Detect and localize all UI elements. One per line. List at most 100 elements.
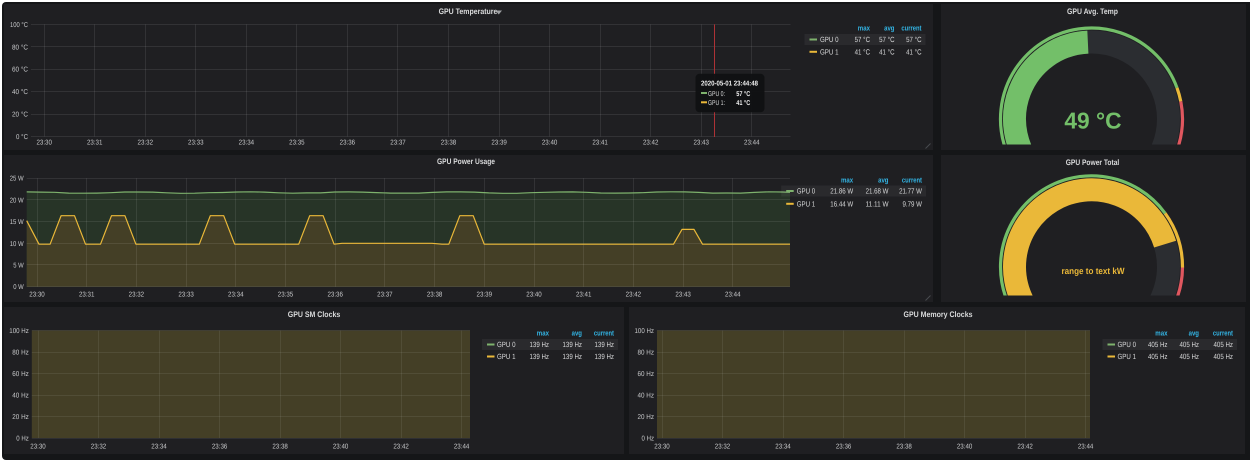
svg-text:405 Hz: 405 Hz [1180, 340, 1200, 349]
svg-text:80 °C: 80 °C [12, 44, 28, 51]
svg-text:23:41: 23:41 [576, 291, 592, 298]
svg-text:GPU 0: GPU 0 [797, 187, 816, 196]
svg-text:23:30: 23:30 [36, 139, 52, 146]
svg-text:139 Hz: 139 Hz [563, 352, 583, 361]
svg-text:23:33: 23:33 [188, 139, 204, 146]
svg-text:57 °C: 57 °C [736, 91, 750, 98]
svg-text:57 °C: 57 °C [906, 35, 922, 44]
svg-text:0 Hz: 0 Hz [642, 436, 655, 443]
svg-text:80 Hz: 80 Hz [12, 350, 29, 357]
svg-text:current: current [902, 176, 922, 185]
svg-text:40 °C: 40 °C [12, 89, 28, 96]
svg-text:23:42: 23:42 [626, 291, 642, 298]
svg-text:GPU 0: GPU 0 [497, 340, 516, 349]
svg-text:avg: avg [878, 176, 889, 185]
svg-text:current: current [594, 329, 614, 338]
svg-text:23:37: 23:37 [390, 139, 406, 146]
svg-text:23:39: 23:39 [491, 139, 507, 146]
svg-text:60 Hz: 60 Hz [638, 371, 655, 378]
svg-text:23:31: 23:31 [79, 291, 95, 298]
svg-text:405 Hz: 405 Hz [1148, 340, 1168, 349]
svg-text:139 Hz: 139 Hz [530, 352, 550, 361]
svg-text:max: max [841, 176, 854, 185]
svg-text:current: current [901, 24, 921, 33]
svg-text:405 Hz: 405 Hz [1180, 352, 1200, 361]
svg-text:avg: avg [572, 329, 583, 338]
svg-text:23:42: 23:42 [393, 443, 409, 450]
svg-text:GPU 1: GPU 1 [797, 199, 816, 208]
svg-text:20 Hz: 20 Hz [638, 414, 655, 421]
svg-text:range to text kW: range to text kW [1061, 266, 1124, 276]
svg-text:20 W: 20 W [10, 197, 24, 204]
svg-text:139 Hz: 139 Hz [595, 352, 615, 361]
svg-text:139 Hz: 139 Hz [530, 340, 550, 349]
svg-text:23:35: 23:35 [278, 291, 294, 298]
svg-text:GPU 1: GPU 1 [820, 47, 839, 56]
svg-text:11.11 W: 11.11 W [866, 199, 890, 208]
svg-text:0 Hz: 0 Hz [16, 436, 29, 443]
svg-text:20 Hz: 20 Hz [12, 414, 29, 421]
svg-text:405 Hz: 405 Hz [1148, 352, 1168, 361]
svg-text:23:36: 23:36 [212, 443, 228, 450]
svg-text:23:35: 23:35 [289, 139, 305, 146]
svg-text:80 Hz: 80 Hz [638, 350, 655, 357]
svg-text:139 Hz: 139 Hz [595, 340, 615, 349]
svg-text:23:32: 23:32 [129, 291, 145, 298]
svg-text:49 °C: 49 °C [1064, 107, 1121, 133]
svg-text:23:30: 23:30 [654, 443, 670, 450]
svg-text:23:44: 23:44 [454, 443, 470, 450]
svg-text:57 °C: 57 °C [879, 35, 895, 44]
svg-text:GPU 1: GPU 1 [1118, 352, 1137, 361]
svg-text:23:44: 23:44 [1078, 443, 1094, 450]
svg-text:GPU Temperature: GPU Temperature [439, 7, 498, 16]
svg-text:2020-05-01 23:44:48: 2020-05-01 23:44:48 [701, 81, 758, 88]
svg-text:23:34: 23:34 [775, 443, 791, 450]
svg-text:41 °C: 41 °C [736, 100, 750, 107]
svg-text:23:31: 23:31 [87, 139, 103, 146]
svg-text:100 °C: 100 °C [10, 22, 28, 29]
svg-text:40 Hz: 40 Hz [638, 393, 655, 400]
svg-text:5 W: 5 W [13, 263, 24, 270]
svg-text:GPU 0: GPU 0 [820, 35, 839, 44]
svg-text:GPU 0:: GPU 0: [708, 91, 725, 98]
svg-text:23:44: 23:44 [725, 291, 741, 298]
svg-text:41 °C: 41 °C [855, 47, 871, 56]
svg-text:139 Hz: 139 Hz [563, 340, 583, 349]
svg-text:GPU 0: GPU 0 [1118, 340, 1137, 349]
svg-text:21.86 W: 21.86 W [830, 187, 854, 196]
svg-text:23:30: 23:30 [30, 443, 46, 450]
svg-text:avg: avg [1189, 329, 1200, 338]
svg-text:23:44: 23:44 [744, 139, 760, 146]
svg-text:23:38: 23:38 [441, 139, 457, 146]
svg-text:23:42: 23:42 [1017, 443, 1033, 450]
svg-text:25 W: 25 W [10, 176, 24, 183]
svg-text:23:39: 23:39 [477, 291, 493, 298]
svg-text:60 °C: 60 °C [12, 67, 28, 74]
svg-text:23:36: 23:36 [340, 139, 356, 146]
svg-text:405 Hz: 405 Hz [1214, 340, 1234, 349]
svg-text:23:43: 23:43 [675, 291, 691, 298]
svg-text:23:30: 23:30 [29, 291, 45, 298]
svg-text:avg: avg [884, 24, 895, 33]
svg-text:10 W: 10 W [10, 241, 24, 248]
svg-text:23:32: 23:32 [91, 443, 107, 450]
svg-text:15 W: 15 W [10, 219, 24, 226]
svg-text:100 Hz: 100 Hz [635, 328, 655, 335]
svg-text:GPU Power Usage: GPU Power Usage [437, 157, 495, 166]
svg-text:23:32: 23:32 [715, 443, 731, 450]
svg-text:23:38: 23:38 [272, 443, 288, 450]
svg-text:9.79 W: 9.79 W [903, 199, 923, 208]
svg-text:57 °C: 57 °C [855, 35, 871, 44]
svg-text:23:43: 23:43 [693, 139, 709, 146]
svg-text:current: current [1213, 329, 1233, 338]
svg-text:max: max [537, 329, 550, 338]
svg-text:23:32: 23:32 [138, 139, 154, 146]
svg-text:100 Hz: 100 Hz [9, 328, 29, 335]
svg-text:405 Hz: 405 Hz [1214, 352, 1234, 361]
svg-text:20 °C: 20 °C [12, 112, 28, 119]
svg-text:23:40: 23:40 [542, 139, 558, 146]
svg-text:16.44 W: 16.44 W [830, 199, 854, 208]
svg-text:0 °C: 0 °C [16, 134, 28, 141]
svg-text:GPU Avg. Temp: GPU Avg. Temp [1067, 7, 1118, 16]
svg-text:21.77 W: 21.77 W [899, 187, 923, 196]
